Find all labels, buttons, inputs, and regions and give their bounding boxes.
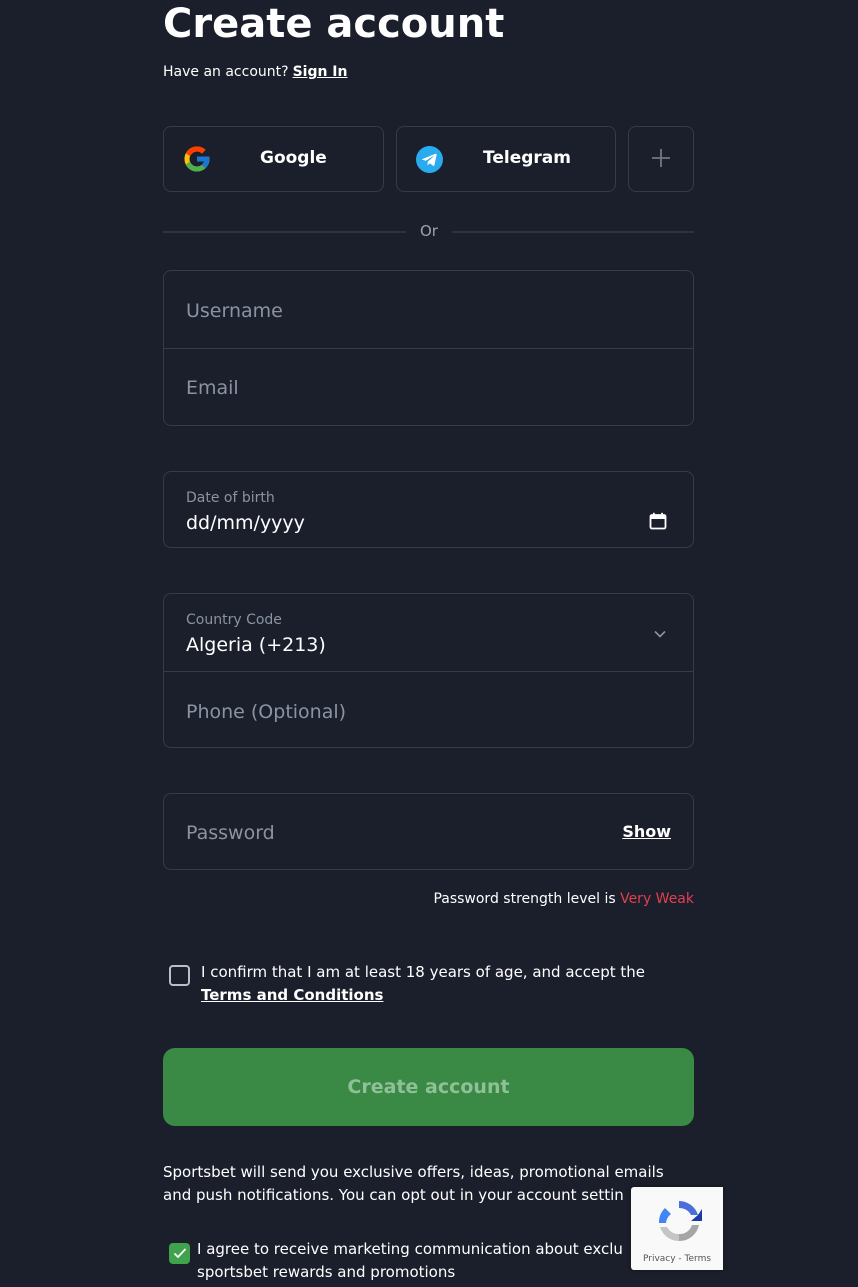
telegram-label: Telegram [483, 148, 571, 168]
google-label: Google [260, 148, 327, 168]
dob-field[interactable]: Date of birth dd/mm/yyyy [163, 471, 694, 548]
recaptcha-links[interactable]: Privacy - Terms [631, 1254, 723, 1264]
age-terms-text: I confirm that I am at least 18 years of… [201, 961, 671, 1007]
google-login-button[interactable]: Google [163, 126, 384, 192]
password-input[interactable] [186, 819, 593, 847]
checkmark-icon [173, 1244, 187, 1263]
chevron-down-icon [653, 624, 667, 638]
sign-in-link[interactable]: Sign In [293, 64, 348, 80]
password-strength-prefix: Password strength level is [433, 891, 616, 907]
recaptcha-badge[interactable]: Privacy - Terms [631, 1187, 723, 1270]
page-title: Create account [163, 1, 505, 47]
telegram-icon [416, 146, 443, 173]
show-password-toggle[interactable]: Show [622, 822, 671, 841]
confirm-text: I confirm that I am at least 18 years of… [201, 963, 646, 981]
or-divider-text: Or [420, 222, 438, 240]
marketing-consent-checkbox[interactable] [169, 1243, 190, 1264]
telegram-login-button[interactable]: Telegram [396, 126, 616, 192]
age-terms-checkbox[interactable] [169, 965, 190, 986]
username-input[interactable] [186, 297, 671, 325]
email-field-container [163, 348, 694, 426]
country-code-label: Country Code [186, 612, 282, 628]
terms-link[interactable]: Terms and Conditions [201, 986, 383, 1004]
create-account-button[interactable]: Create account [163, 1048, 694, 1126]
divider-line-left [163, 231, 406, 233]
password-strength: Password strength level is Very Weak [433, 891, 694, 907]
dob-label: Date of birth [186, 490, 275, 506]
password-field-container: Show [163, 793, 694, 870]
marketing-consent-text: I agree to receive marketing communicati… [197, 1240, 623, 1281]
have-account-row: Have an account? Sign In [163, 62, 347, 82]
recaptcha-icon [653, 1197, 705, 1245]
more-login-options-button[interactable] [628, 126, 694, 192]
plus-icon [651, 144, 671, 174]
country-code-select[interactable]: Country Code Algeria (+213) [163, 593, 694, 672]
country-code-value: Algeria (+213) [186, 634, 326, 656]
username-field-container [163, 270, 694, 349]
password-strength-value: Very Weak [620, 891, 694, 907]
dob-value: dd/mm/yyyy [186, 512, 305, 534]
have-account-text: Have an account? [163, 64, 289, 80]
calendar-icon[interactable] [649, 512, 667, 530]
divider-line-right [452, 231, 694, 233]
google-icon [182, 144, 212, 174]
email-input[interactable] [186, 374, 671, 402]
phone-input[interactable] [186, 698, 671, 726]
phone-field-container [163, 671, 694, 748]
offers-notice: Sportsbet will send you exclusive offers… [163, 1163, 664, 1204]
